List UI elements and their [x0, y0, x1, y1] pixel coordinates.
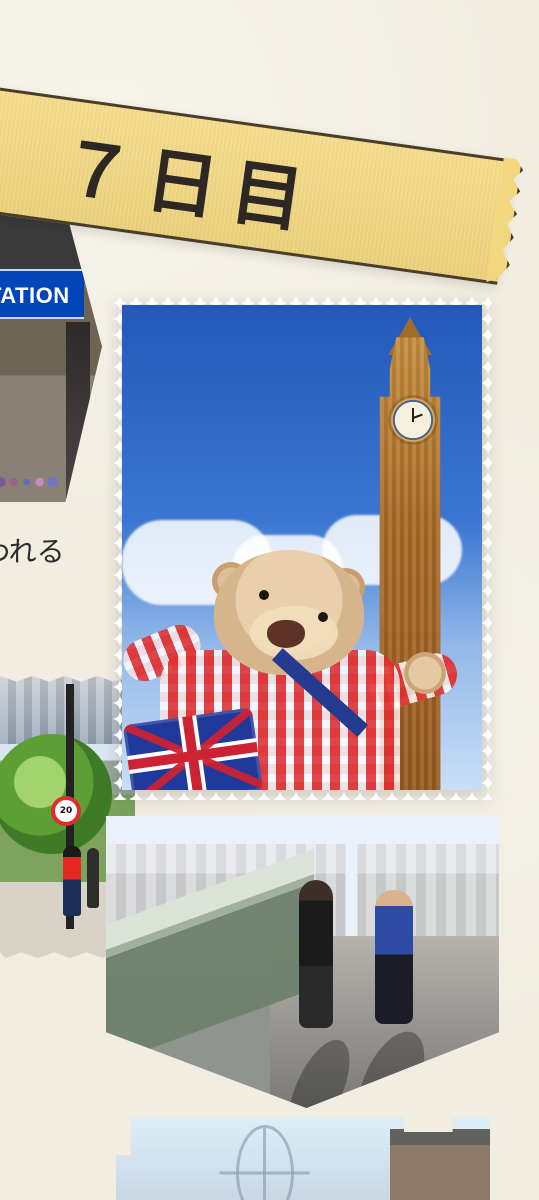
torn-tape-edge	[486, 157, 524, 285]
side-building	[390, 1129, 490, 1200]
text-fragment: われる	[0, 535, 65, 568]
station-sign: TATION	[0, 269, 84, 319]
day-banner-title: ７日目	[55, 128, 323, 244]
pedestrian-red-jacket	[63, 846, 81, 916]
ferris-wheel	[236, 1125, 294, 1200]
bear-nose	[267, 620, 305, 648]
station-sign-text: TATION	[0, 283, 70, 308]
big-ben-scene	[122, 305, 482, 790]
clock-face	[391, 398, 435, 442]
bottom-photo-fragment	[116, 1117, 490, 1200]
scrapbook-page: ７日目 TATION われる 20	[0, 0, 539, 1200]
union-jack-bag	[122, 707, 264, 790]
pedestrian-dark-clothes	[87, 848, 99, 908]
street-tree	[0, 734, 112, 854]
station-photo-fragment: TATION	[0, 214, 102, 502]
big-ben-stamp-photo	[112, 295, 492, 800]
bridge-photo	[106, 816, 499, 1108]
bear-right-eye	[318, 612, 328, 622]
bear-left-eye	[259, 590, 269, 600]
bear-right-paw	[404, 652, 446, 694]
walker-right	[375, 890, 413, 1024]
teddy-bear	[122, 550, 463, 790]
station-lights	[0, 462, 59, 502]
speed-limit-sign: 20	[51, 796, 81, 826]
walker-left	[299, 880, 333, 1028]
station-pillar	[66, 322, 90, 502]
